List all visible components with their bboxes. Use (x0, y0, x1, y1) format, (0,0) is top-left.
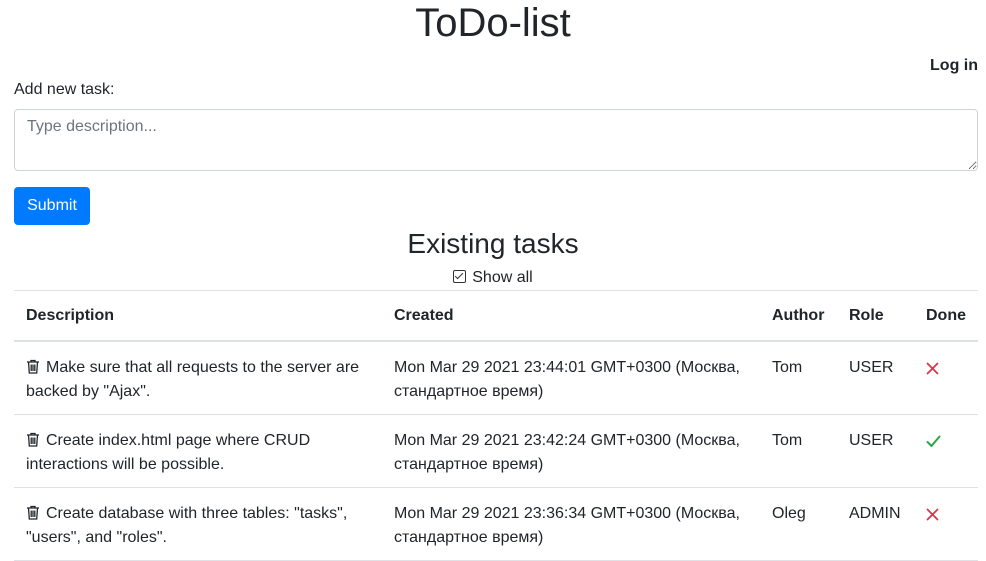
submit-button[interactable]: Submit (14, 187, 90, 225)
header-description: Description (14, 290, 382, 342)
task-author: Oleg (760, 487, 837, 561)
header-done: Done (914, 290, 978, 342)
page-title: ToDo-list (415, 1, 571, 45)
table-row: Create database with three tables: "task… (14, 487, 978, 561)
task-done-cell[interactable] (914, 341, 978, 415)
task-description-cell: Create database with three tables: "task… (14, 487, 382, 561)
task-created: Mon Mar 29 2021 23:44:01 GMT+0300 (Москв… (382, 341, 760, 415)
add-task-label: Add new task: (14, 81, 115, 98)
table-row: Make sure that all requests to the serve… (14, 341, 978, 415)
cross-icon[interactable] (926, 508, 939, 521)
task-done-cell[interactable] (914, 414, 978, 488)
header-author: Author (760, 290, 837, 342)
task-role: ADMIN (837, 487, 914, 561)
header-created: Created (382, 290, 760, 342)
table-row: Create index.html page where CRUD intera… (14, 414, 978, 488)
show-all-label: Show all (472, 269, 533, 286)
trash-icon[interactable] (26, 505, 40, 520)
task-role: USER (837, 414, 914, 488)
task-description-cell: Make sure that all requests to the serve… (14, 341, 382, 415)
task-description: Create database with three tables: "task… (26, 504, 348, 546)
login-link[interactable]: Log in (930, 56, 978, 76)
show-all-checkbox[interactable] (453, 270, 467, 283)
task-description: Make sure that all requests to the serve… (26, 359, 360, 400)
task-description-cell: Create index.html page where CRUD intera… (14, 414, 382, 488)
task-description: Create index.html page where CRUD intera… (26, 431, 311, 473)
task-created: Mon Mar 29 2021 23:36:34 GMT+0300 (Москв… (382, 487, 760, 561)
task-description-input[interactable] (14, 109, 978, 171)
tasks-table: Description Created Author Role Done Mak… (14, 290, 978, 561)
task-created: Mon Mar 29 2021 23:42:24 GMT+0300 (Москв… (382, 414, 760, 488)
task-author: Tom (760, 341, 837, 415)
table-header-row: Description Created Author Role Done (14, 290, 978, 342)
task-author: Tom (760, 414, 837, 488)
check-icon[interactable] (926, 435, 941, 448)
task-role: USER (837, 341, 914, 415)
cross-icon[interactable] (926, 362, 939, 375)
header-role: Role (837, 290, 914, 342)
existing-tasks-heading: Existing tasks (407, 228, 579, 259)
trash-icon[interactable] (26, 432, 40, 447)
show-all-toggle[interactable]: Show all (0, 268, 986, 288)
trash-icon[interactable] (26, 359, 40, 374)
task-done-cell[interactable] (914, 487, 978, 561)
